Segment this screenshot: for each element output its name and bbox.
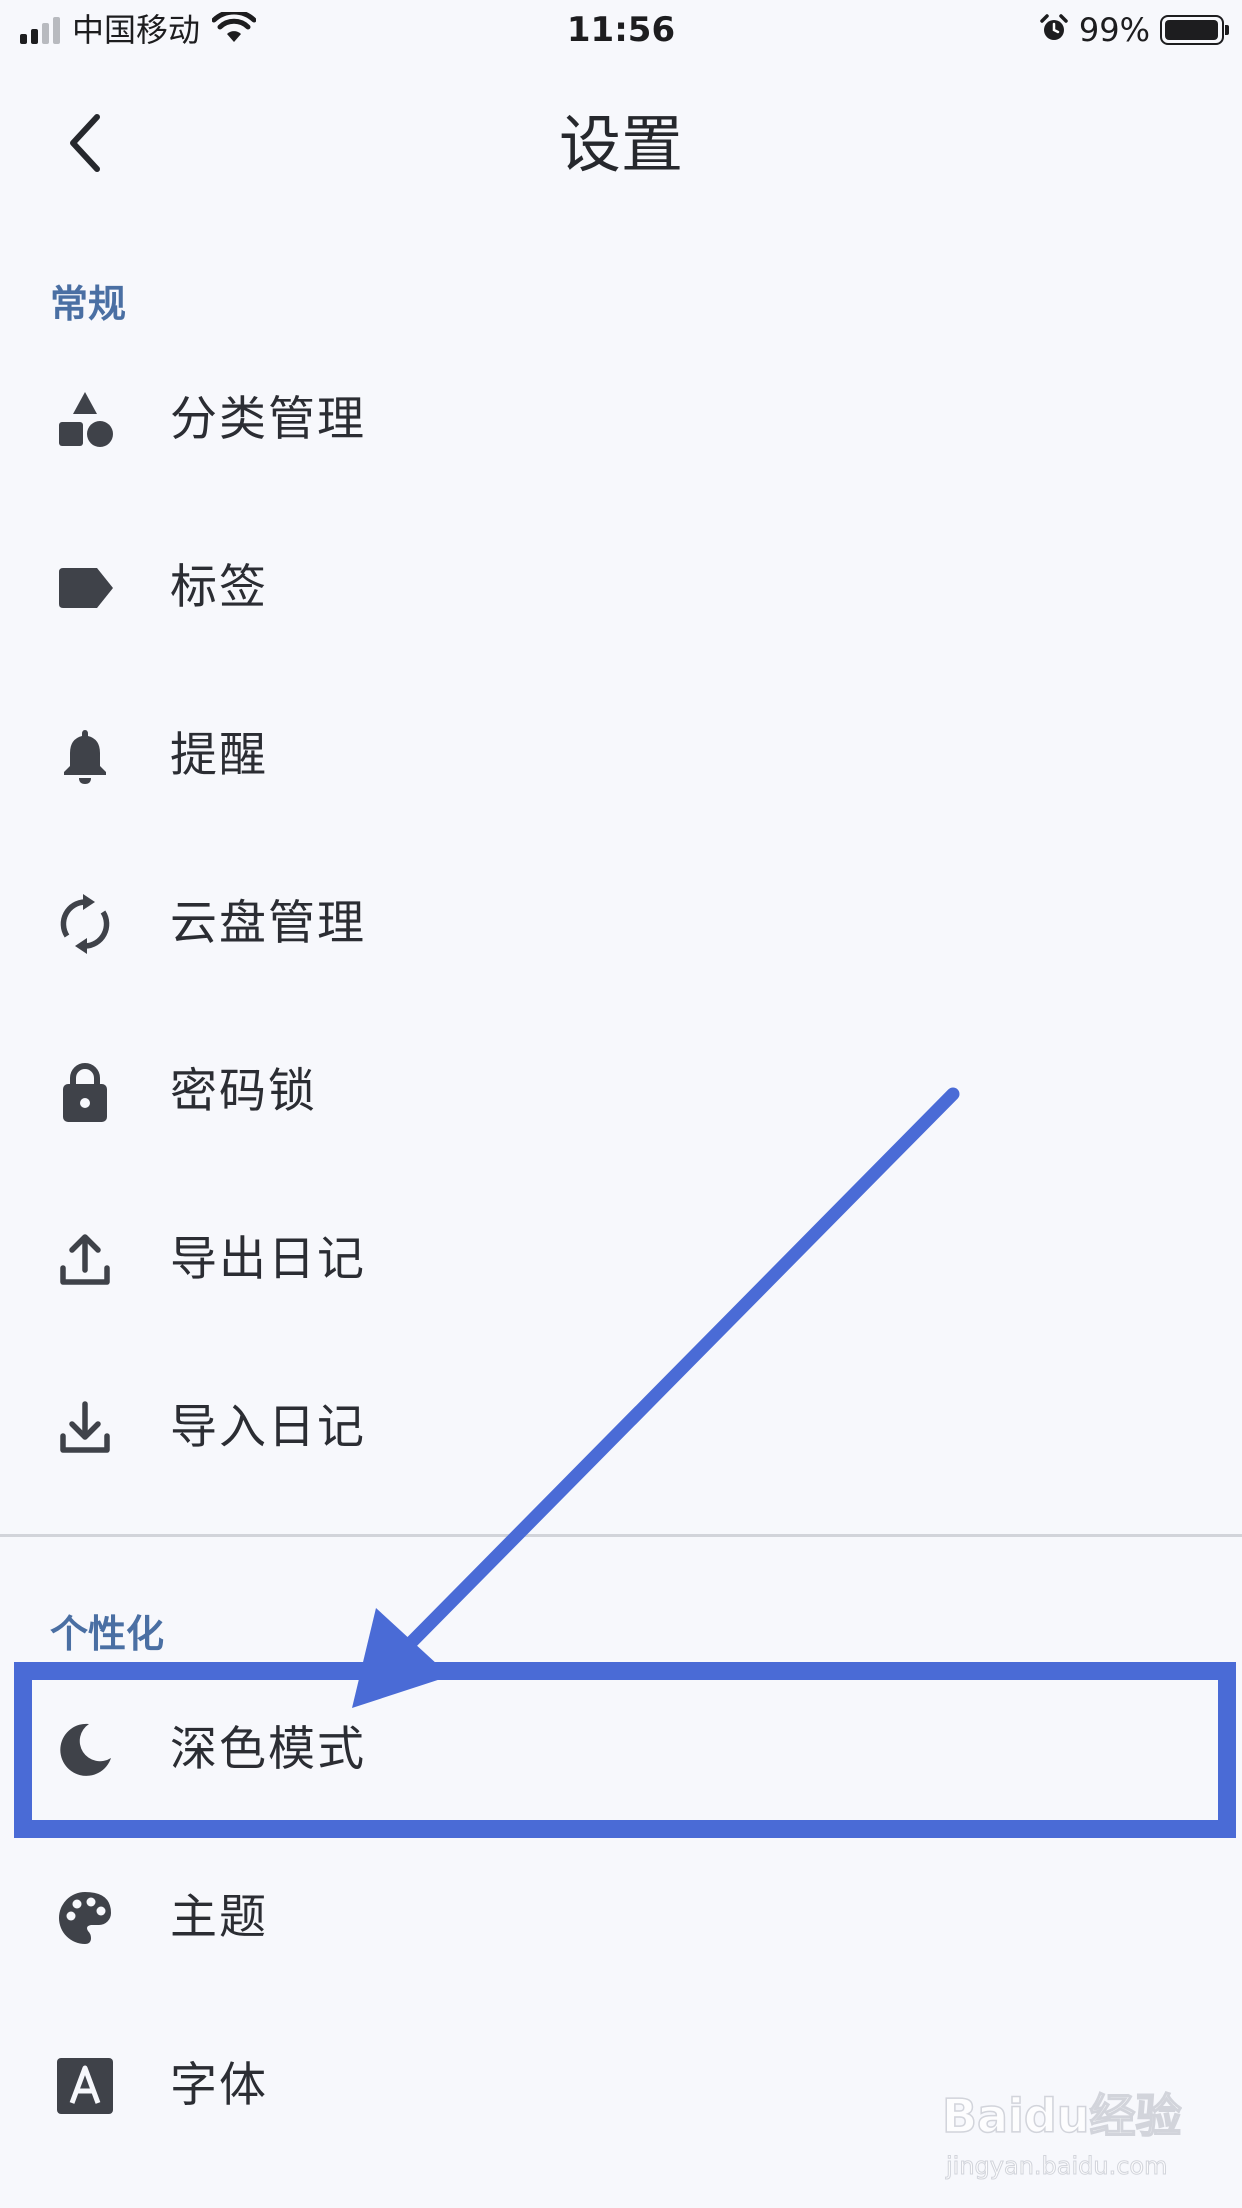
settings-item-label: 标签: [170, 560, 268, 615]
battery-icon: [1160, 15, 1229, 45]
settings-item-label: 密码锁: [170, 1064, 317, 1119]
download-icon: [52, 1395, 118, 1461]
sync-icon: [52, 891, 118, 957]
lock-icon: [52, 1059, 118, 1125]
battery-fill: [1165, 20, 1219, 40]
upload-icon: [52, 1227, 118, 1293]
settings-item-tags[interactable]: 标签: [0, 504, 1242, 672]
palette-icon: [52, 1885, 118, 1951]
svg-text:jingyan.baidu.com: jingyan.baidu.com: [945, 2152, 1167, 2180]
settings-item-label: 提醒: [170, 728, 268, 783]
settings-item-dark-mode[interactable]: 深色模式: [0, 1666, 1242, 1834]
settings-item-label: 深色模式: [170, 1722, 366, 1777]
settings-item-label: 字体: [170, 2058, 268, 2113]
settings-item-theme[interactable]: 主题: [0, 1834, 1242, 2002]
bell-icon: [52, 723, 118, 789]
settings-item-label: 主题: [170, 1890, 268, 1945]
svg-text:Baidu经验: Baidu经验: [942, 2089, 1182, 2143]
tag-icon: [52, 555, 118, 621]
settings-item-cloud-management[interactable]: 云盘管理: [0, 840, 1242, 1008]
settings-item-label: 导出日记: [170, 1232, 366, 1287]
moon-icon: [52, 1717, 118, 1783]
baidu-jingyan-watermark: Baidu经验 jingyan.baidu.com: [942, 2088, 1182, 2180]
navigation-header: 设置: [0, 90, 1242, 200]
settings-item-label: 云盘管理: [170, 896, 366, 951]
settings-item-reminder[interactable]: 提醒: [0, 672, 1242, 840]
status-bar: 中国移动 11:56 99%: [0, 0, 1242, 60]
settings-item-import-diary[interactable]: 导入日记: [0, 1344, 1242, 1512]
section-title-general: 常规: [50, 282, 127, 326]
shapes-icon: [52, 387, 118, 453]
font-icon: [52, 2053, 118, 2119]
alarm-icon: [1039, 13, 1069, 47]
settings-item-export-diary[interactable]: 导出日记: [0, 1176, 1242, 1344]
settings-item-label: 分类管理: [170, 392, 366, 447]
status-bar-right: 99%: [1039, 11, 1229, 49]
settings-item-category-management[interactable]: 分类管理: [0, 336, 1242, 504]
section-divider: [0, 1534, 1242, 1537]
page-title: 设置: [558, 108, 683, 181]
battery-percentage: 99%: [1078, 11, 1150, 49]
section-title-personalization: 个性化: [50, 1612, 165, 1656]
settings-item-passcode-lock[interactable]: 密码锁: [0, 1008, 1242, 1176]
settings-item-label: 导入日记: [170, 1400, 366, 1455]
